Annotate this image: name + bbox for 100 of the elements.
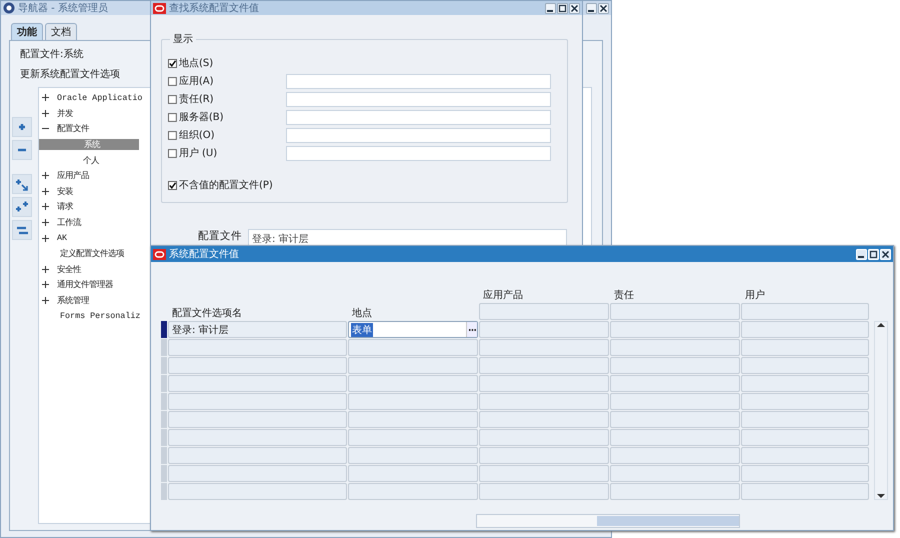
- row-marker[interactable]: [161, 357, 167, 374]
- table-cell[interactable]: [479, 303, 609, 320]
- table-cell[interactable]: 登录: 审计层: [168, 321, 347, 338]
- tree-item[interactable]: AK: [55, 233, 70, 244]
- expand-icon[interactable]: [12, 117, 32, 137]
- table-cell[interactable]: [741, 321, 869, 338]
- table-cell[interactable]: [479, 411, 609, 428]
- input-field[interactable]: [286, 146, 551, 160]
- tree-item[interactable]: 请求: [55, 201, 75, 212]
- plus-icon[interactable]: [42, 281, 49, 288]
- table-cell[interactable]: [348, 375, 478, 392]
- table-cell[interactable]: [168, 357, 347, 374]
- tree-item[interactable]: 配置文件: [55, 123, 91, 134]
- checkbox[interactable]: [168, 94, 177, 104]
- tree-item[interactable]: 通用文件管理器: [55, 279, 115, 290]
- table-cell[interactable]: [479, 339, 609, 356]
- input-field[interactable]: [286, 74, 551, 88]
- table-cell[interactable]: [348, 429, 478, 446]
- table-cell[interactable]: [348, 447, 478, 464]
- table-cell[interactable]: [479, 375, 609, 392]
- checkbox[interactable]: [168, 58, 177, 68]
- minimize-icon[interactable]: [545, 2, 556, 14]
- table-cell[interactable]: [741, 447, 869, 464]
- tree-item[interactable]: Oracle Applicatio: [55, 92, 144, 103]
- plus-icon[interactable]: [42, 297, 49, 304]
- table-cell[interactable]: [610, 483, 740, 500]
- table-cell[interactable]: [168, 429, 347, 446]
- checkbox-label[interactable]: 用户 (U): [178, 146, 286, 160]
- plus-icon[interactable]: [42, 219, 49, 226]
- table-cell[interactable]: [741, 357, 869, 374]
- tree-item[interactable]: 并发: [55, 108, 75, 119]
- tree-item[interactable]: Forms Personaliz: [58, 311, 142, 322]
- collapse-icon[interactable]: [12, 140, 32, 160]
- row-marker[interactable]: [161, 375, 167, 392]
- checkbox[interactable]: [168, 130, 177, 140]
- input-field[interactable]: [286, 128, 551, 142]
- checkbox[interactable]: [168, 148, 177, 158]
- minimize-icon[interactable]: [586, 2, 597, 14]
- maximize-icon[interactable]: [868, 248, 879, 260]
- table-cell[interactable]: [741, 483, 869, 500]
- table-cell[interactable]: [479, 465, 609, 482]
- checkbox[interactable]: [168, 76, 177, 86]
- tree-item[interactable]: 工作流: [55, 217, 83, 228]
- plus-icon[interactable]: [42, 203, 49, 210]
- checkbox-label[interactable]: 应用(A): [178, 74, 286, 88]
- plus-icon[interactable]: [42, 172, 49, 180]
- tree-item[interactable]: 定义配置文件选项: [58, 248, 126, 260]
- row-marker[interactable]: [161, 465, 167, 482]
- tree-item[interactable]: 安装: [55, 186, 75, 197]
- horizontal-scrollbar[interactable]: [476, 514, 740, 528]
- table-cell[interactable]: [479, 393, 609, 410]
- table-cell[interactable]: [168, 411, 347, 428]
- row-marker[interactable]: [161, 411, 167, 428]
- row-marker[interactable]: [161, 393, 167, 410]
- table-cell[interactable]: [168, 447, 347, 464]
- collapse-all-icon[interactable]: [12, 220, 32, 240]
- input-field[interactable]: 表单: [348, 321, 478, 338]
- tab[interactable]: 功能: [11, 23, 43, 40]
- table-cell[interactable]: [741, 393, 869, 410]
- table-cell[interactable]: [610, 411, 740, 428]
- checkbox-label[interactable]: 服务器(B): [178, 110, 286, 124]
- table-cell[interactable]: [610, 393, 740, 410]
- table-cell[interactable]: [479, 321, 609, 338]
- table-cell[interactable]: [610, 465, 740, 482]
- table-cell[interactable]: [610, 375, 740, 392]
- row-marker[interactable]: [161, 321, 167, 338]
- row-marker[interactable]: [161, 339, 167, 356]
- table-cell[interactable]: [741, 339, 869, 356]
- table-cell[interactable]: [479, 483, 609, 500]
- close-icon[interactable]: [880, 248, 891, 260]
- table-cell[interactable]: [348, 411, 478, 428]
- input-field[interactable]: [286, 110, 551, 124]
- table-cell[interactable]: [348, 357, 478, 374]
- checkbox[interactable]: [168, 180, 177, 190]
- table-cell[interactable]: [168, 483, 347, 500]
- tree-item[interactable]: 系统管理: [55, 295, 91, 306]
- tree-item[interactable]: 应用产品: [55, 170, 91, 182]
- input-field[interactable]: [286, 92, 551, 106]
- checkbox[interactable]: [168, 112, 177, 122]
- table-cell[interactable]: [741, 303, 869, 320]
- table-cell[interactable]: [610, 339, 740, 356]
- table-cell[interactable]: [348, 483, 478, 500]
- table-cell[interactable]: [610, 447, 740, 464]
- expand-all-icon[interactable]: [12, 197, 32, 217]
- table-cell[interactable]: [479, 357, 609, 374]
- checkbox-label[interactable]: 责任(R): [178, 92, 286, 106]
- table-cell[interactable]: [610, 357, 740, 374]
- table-cell[interactable]: [741, 465, 869, 482]
- table-cell[interactable]: [168, 393, 347, 410]
- row-marker[interactable]: [161, 447, 167, 464]
- table-cell[interactable]: [610, 303, 740, 320]
- plus-icon[interactable]: [42, 94, 49, 102]
- table-cell[interactable]: [348, 393, 478, 410]
- scroll-down-icon[interactable]: [877, 493, 885, 499]
- table-cell[interactable]: [168, 339, 347, 356]
- plus-icon[interactable]: [42, 266, 49, 273]
- row-marker[interactable]: [161, 429, 167, 446]
- table-cell[interactable]: [741, 429, 869, 446]
- table-cell[interactable]: [168, 465, 347, 482]
- plus-icon[interactable]: [42, 110, 49, 117]
